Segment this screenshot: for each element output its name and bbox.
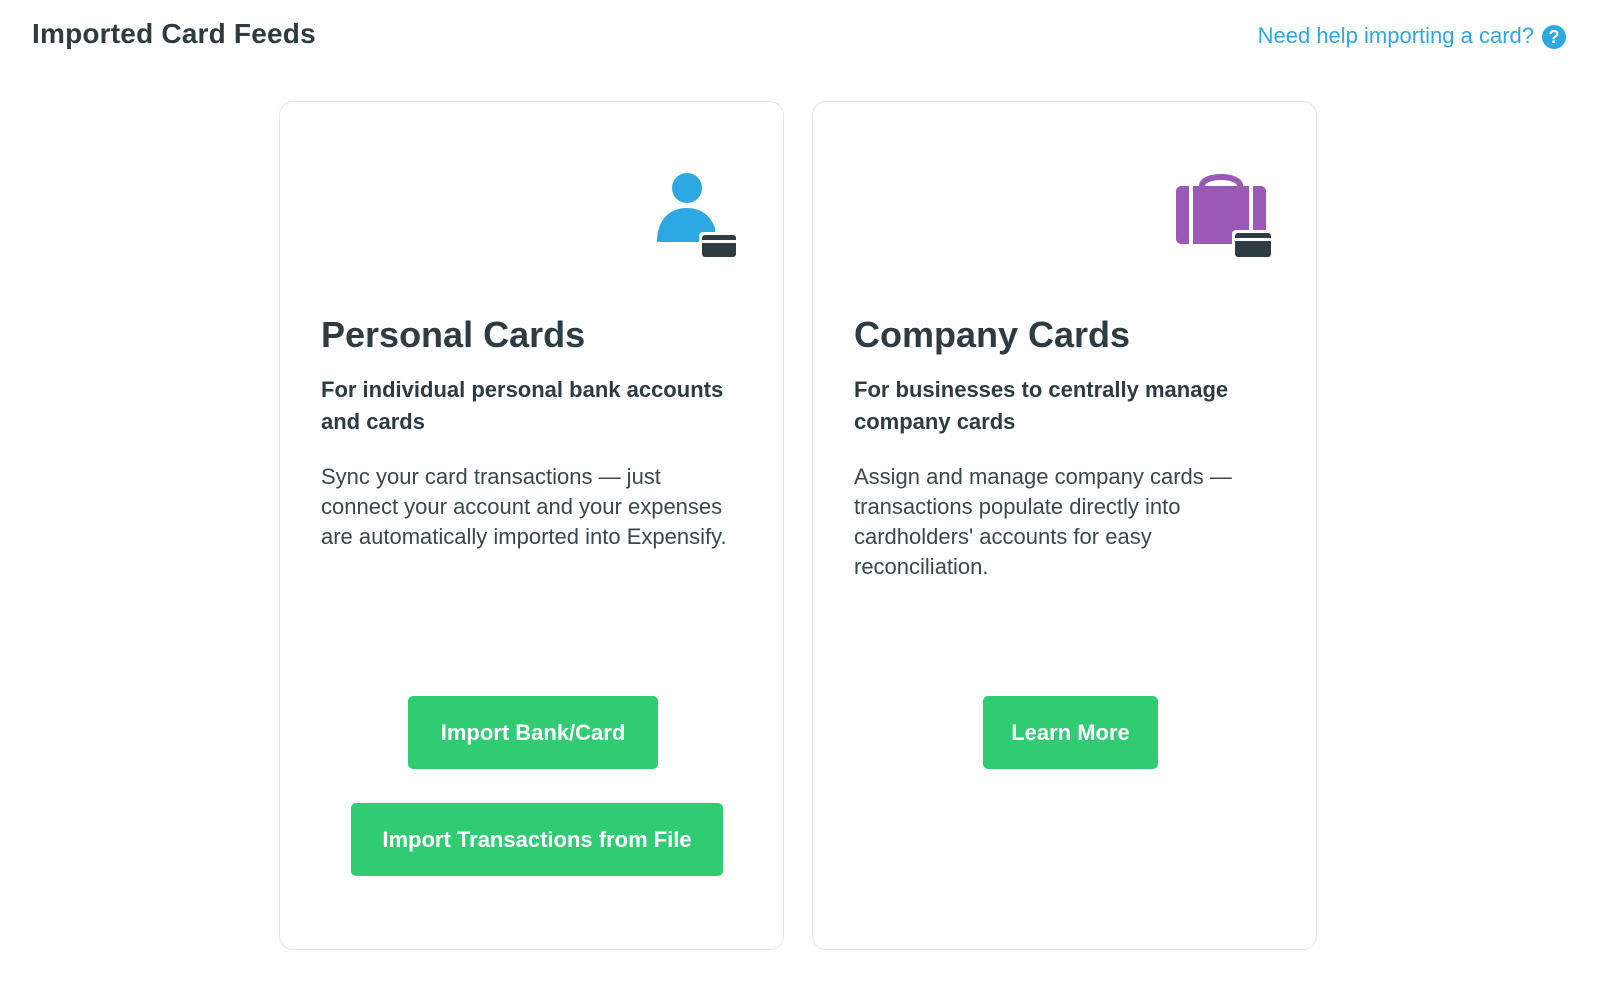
help-link[interactable]: Need help importing a card? ? xyxy=(1258,22,1566,49)
personal-cards-panel: Personal Cards For individual personal b… xyxy=(279,101,784,950)
question-mark-icon: ? xyxy=(1542,25,1566,49)
company-cards-title: Company Cards xyxy=(854,314,1131,355)
help-link-label: Need help importing a card? xyxy=(1257,22,1534,48)
briefcase-card-icon xyxy=(1174,172,1272,267)
company-cards-description: Assign and manage company cards — transa… xyxy=(854,464,1232,579)
person-card-icon xyxy=(655,172,739,267)
personal-cards-description: Sync your card transactions — just conne… xyxy=(321,464,727,549)
import-bank-card-button[interactable]: Import Bank/Card xyxy=(408,696,658,769)
card-options: Personal Cards For individual personal b… xyxy=(279,101,1317,950)
company-cards-subtitle: For businesses to centrally manage compa… xyxy=(854,377,1229,434)
imported-card-feeds-page: Imported Card Feeds Need help importing … xyxy=(0,0,1600,1008)
company-cards-panel: Company Cards For businesses to centrall… xyxy=(812,101,1317,950)
learn-more-button[interactable]: Learn More xyxy=(983,696,1158,769)
page-title: Imported Card Feeds xyxy=(32,18,316,49)
import-transactions-from-file-button[interactable]: Import Transactions from File xyxy=(351,803,723,876)
personal-cards-title: Personal Cards xyxy=(321,314,586,355)
personal-cards-subtitle: For individual personal bank accounts an… xyxy=(321,377,724,434)
